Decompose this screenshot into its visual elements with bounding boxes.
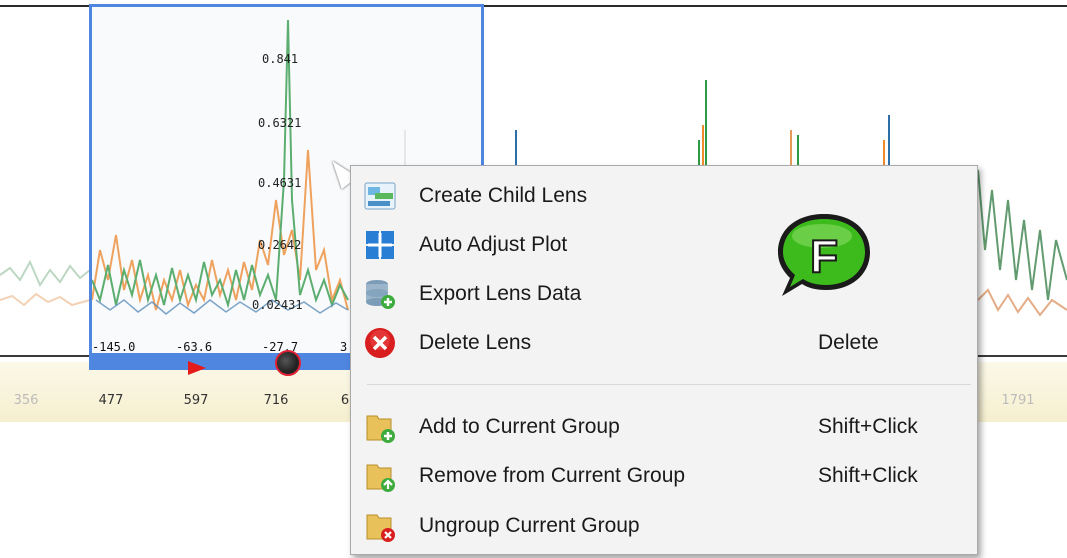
- menu-item-label: Export Lens Data: [419, 282, 582, 305]
- menu-item-label: Auto Adjust Plot: [419, 233, 568, 256]
- menu-item-shortcut: Delete: [818, 331, 879, 354]
- menu-item-label: Remove from Current Group: [419, 464, 686, 487]
- lens-x-tick: -63.6: [176, 340, 213, 354]
- lens-y-tick: 0.4631: [258, 176, 302, 190]
- lens-y-tick: 0.841: [262, 52, 299, 66]
- axis-tick-label: 597: [183, 393, 209, 408]
- menu-item-label: Create Child Lens: [419, 184, 588, 207]
- axis-tick-label: 477: [98, 393, 124, 408]
- delete-icon: [365, 328, 395, 358]
- lens-y-tick: 0.2642: [258, 238, 302, 252]
- menu-item-ungroup-current-group[interactable]: Ungroup Current Group: [351, 501, 977, 549]
- menu-item-auto-adjust-plot[interactable]: Auto Adjust Plot: [351, 220, 977, 268]
- axis-tick-label: 1791: [1001, 393, 1035, 408]
- menu-item-shortcut: Shift+Click: [818, 415, 918, 438]
- lens-y-tick: 0.6321: [258, 116, 302, 130]
- trace-green-right: [977, 169, 1067, 301]
- lens-x-tick: 3: [340, 340, 348, 354]
- lens-context-menu: Create Child Lens Auto Adjust Plot Expor…: [350, 165, 978, 555]
- ungroup-icon: [366, 514, 395, 542]
- remove-group-icon: [366, 464, 395, 492]
- lens-y-tick: 0.02431: [252, 298, 303, 312]
- axis-tick-label: 716: [263, 393, 289, 408]
- range-start-flag-icon[interactable]: [188, 361, 206, 375]
- badge-letter: F: [810, 230, 838, 282]
- add-group-icon: [366, 415, 395, 443]
- axis-tick-label: 356: [13, 393, 39, 408]
- menu-item-label: Add to Current Group: [419, 415, 620, 438]
- menu-item-remove-from-current-group[interactable]: Remove from Current Group Shift+Click: [351, 451, 977, 499]
- menu-item-label: Delete Lens: [419, 331, 532, 354]
- child-lens-icon: [364, 182, 396, 210]
- menu-item-export-lens-data[interactable]: Export Lens Data: [351, 269, 977, 317]
- menu-item-delete-lens[interactable]: Delete Lens Delete: [351, 318, 977, 366]
- lens-drag-handle[interactable]: [275, 350, 301, 376]
- lens-x-tick: -145.0: [92, 340, 136, 354]
- trace-orange-left: [0, 292, 91, 307]
- trace-orange-right: [977, 288, 1067, 317]
- menu-item-create-child-lens[interactable]: Create Child Lens: [351, 171, 977, 219]
- menu-item-shortcut: Shift+Click: [818, 464, 918, 487]
- menu-item-label: Ungroup Current Group: [419, 514, 640, 537]
- axis-tick-label: 6: [340, 393, 350, 408]
- f-speech-bubble-icon: F: [778, 214, 870, 296]
- trace-green-left: [0, 259, 91, 288]
- menu-item-add-to-current-group[interactable]: Add to Current Group Shift+Click: [351, 402, 977, 450]
- auto-adjust-icon: [366, 231, 394, 259]
- export-data-icon: [366, 280, 395, 309]
- menu-separator: [367, 384, 971, 385]
